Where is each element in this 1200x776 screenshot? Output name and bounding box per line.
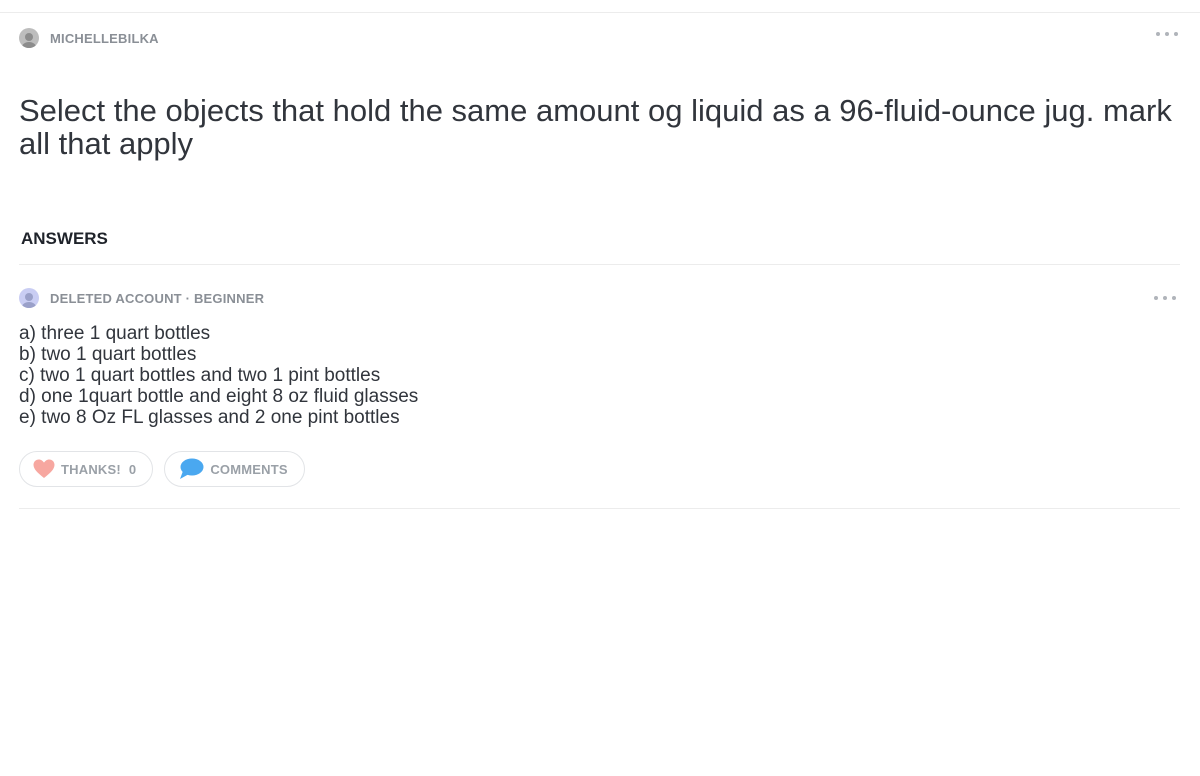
answer-author-row: DELETED ACCOUNT · BEGINNER xyxy=(19,288,264,308)
answer-line: e) two 8 Oz FL glasses and 2 one pint bo… xyxy=(19,407,400,428)
question-text: Select the objects that hold the same am… xyxy=(19,93,1172,161)
answer-line: d) one 1quart bottle and eight 8 oz flui… xyxy=(19,386,419,407)
answer-line: a) three 1 quart bottles xyxy=(19,323,211,344)
speech-bubble-icon xyxy=(180,458,204,479)
answer-author-name[interactable]: DELETED ACCOUNT · BEGINNER xyxy=(50,291,264,306)
answers-divider xyxy=(19,264,1180,265)
answer-body: a) three 1 quart bottles b) two 1 quart … xyxy=(19,323,418,428)
answer-line: c) two 1 quart bottles and two 1 pint bo… xyxy=(19,365,381,386)
heart-icon xyxy=(33,459,55,478)
comments-button[interactable]: COMMENTS xyxy=(164,451,305,487)
comments-label: COMMENTS xyxy=(210,461,288,477)
answer-author-avatar[interactable] xyxy=(19,288,39,308)
answers-heading: ANSWERS xyxy=(21,229,108,248)
question-more-options-icon[interactable] xyxy=(1156,30,1178,38)
question-page: MICHELLEBILKA Select the objects that ho… xyxy=(0,0,1200,776)
thanks-count: 0 xyxy=(128,461,137,477)
question-author-avatar[interactable] xyxy=(19,28,39,48)
answer-actions: THANKS! 0 COMMENTS xyxy=(19,451,305,487)
answer-bottom-divider xyxy=(19,508,1180,509)
answer-line: b) two 1 quart bottles xyxy=(19,344,197,365)
question-author-name[interactable]: MICHELLEBILKA xyxy=(50,31,159,46)
question-author-row: MICHELLEBILKA xyxy=(19,28,159,48)
top-divider xyxy=(0,12,1200,13)
thanks-button[interactable]: THANKS! 0 xyxy=(19,451,154,487)
thanks-label: THANKS! xyxy=(61,461,121,477)
answer-more-options-icon[interactable] xyxy=(1154,294,1176,302)
